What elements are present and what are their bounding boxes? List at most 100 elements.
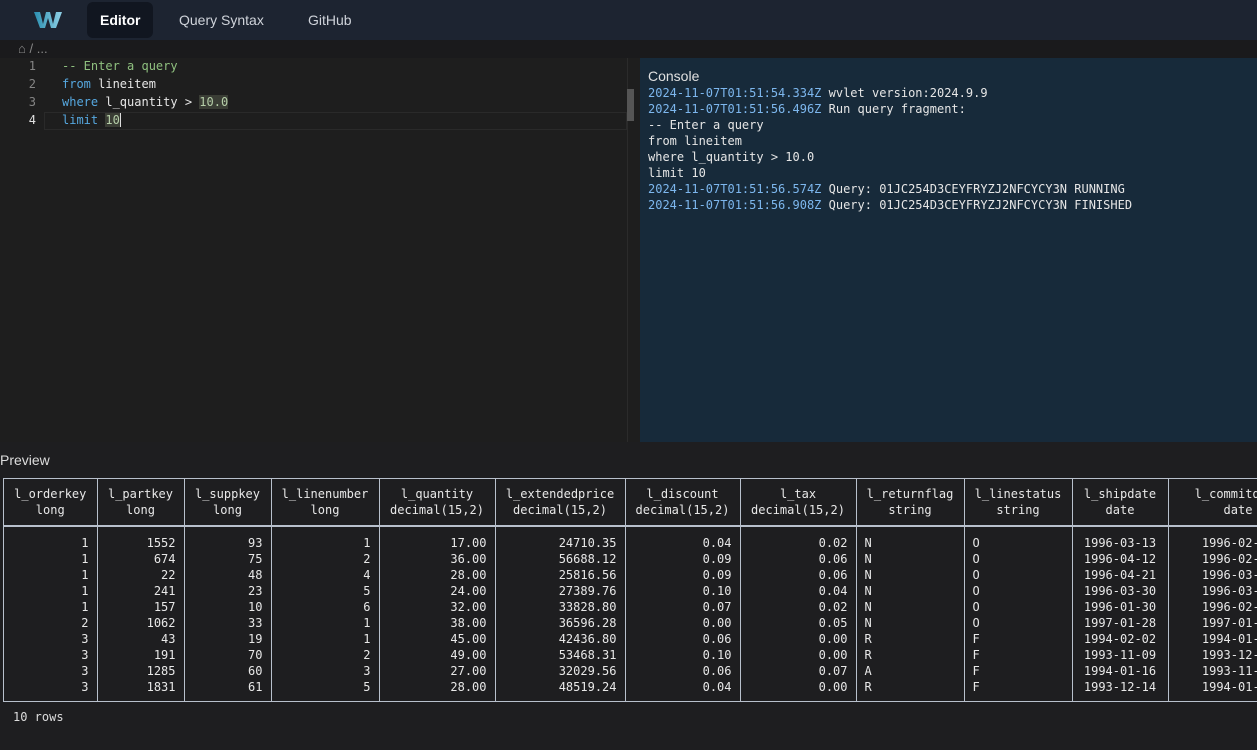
table-cell: 10 — [184, 599, 272, 615]
table-cell: 1552 — [97, 526, 185, 551]
table-cell: 27389.76 — [495, 583, 626, 599]
table-row: 1 241 23 5 24.00 27389.76 0.10 0.04 N O 1996-03-30… — [4, 583, 1257, 599]
column-name: l_commitdate — [1194, 487, 1257, 501]
column-header-l_extendedprice[interactable]: l_extendedprice decimal(15,2) — [495, 479, 626, 527]
table-row: 3 191 70 2 49.00 53468.31 0.10 0.00 R F 1993-11-09… — [4, 647, 1257, 663]
line-number: 4 — [28, 113, 36, 127]
breadcrumb: ⌂ / ... — [0, 40, 1257, 58]
column-header-l_linenumber[interactable]: l_linenumber long — [271, 479, 380, 527]
wvlet-logo[interactable] — [34, 10, 62, 30]
console-message: Run query fragment: — [821, 102, 966, 116]
table-cell: 33 — [184, 615, 272, 631]
table-cell: 0.00 — [740, 679, 857, 701]
column-header-l_quantity[interactable]: l_quantity decimal(15,2) — [379, 479, 496, 527]
line-number: 3 — [28, 95, 36, 109]
table-cell: 1 — [4, 526, 98, 551]
line-number: 1 — [28, 59, 36, 73]
table-cell: F — [964, 679, 1073, 701]
table-cell: N — [856, 615, 965, 631]
table-cell: 1996-03-30 — [1168, 567, 1257, 583]
preview-table: l_orderkey long l_partkey long l_suppkey long… — [3, 478, 1257, 731]
code-line: from lineitem — [62, 77, 156, 91]
table-cell: N — [856, 599, 965, 615]
number-literal: 10.0 — [199, 95, 229, 109]
table-cell: 23 — [184, 583, 272, 599]
column-header-l_linestatus[interactable]: l_linestatus string — [964, 479, 1073, 527]
table-cell: 25816.56 — [495, 567, 626, 583]
table-cell: 53468.31 — [495, 647, 626, 663]
top-nav: Editor Query Syntax GitHub — [0, 0, 1257, 40]
column-type: date — [1105, 503, 1135, 517]
nav-github[interactable]: GitHub — [295, 2, 365, 38]
column-name: l_linenumber — [281, 487, 369, 501]
table-cell: 191 — [97, 647, 185, 663]
table-cell: 1996-02-07 — [1168, 599, 1257, 615]
column-header-l_commitdate[interactable]: l_commitdatedate — [1168, 479, 1257, 527]
console-message: where l_quantity > 10.0 — [648, 150, 815, 164]
line-number: 2 — [28, 77, 36, 91]
breadcrumb-path[interactable]: ... — [37, 41, 48, 56]
console-line: from lineitem — [648, 133, 1249, 149]
home-icon[interactable]: ⌂ — [18, 41, 26, 56]
table-cell: 1 — [271, 526, 380, 551]
table-cell: 1994-01-10 — [1168, 679, 1257, 701]
table-cell: 2 — [271, 551, 380, 567]
table-cell: 1285 — [97, 663, 185, 679]
table-cell: 49.00 — [379, 647, 496, 663]
console-message: from lineitem — [648, 134, 742, 148]
console-message: -- Enter a query — [648, 118, 764, 132]
column-header-l_partkey[interactable]: l_partkey long — [97, 479, 185, 527]
console-message: limit 10 — [648, 166, 706, 180]
table-cell: 56688.12 — [495, 551, 626, 567]
table-cell: 1 — [4, 551, 98, 567]
column-header-l_suppkey[interactable]: l_suppkey long — [184, 479, 272, 527]
table-cell: 24710.35 — [495, 526, 626, 551]
table-cell: 17.00 — [379, 526, 496, 551]
column-name: l_partkey — [107, 487, 174, 501]
table-cell: 70 — [184, 647, 272, 663]
column-header-l_orderkey[interactable]: l_orderkey long — [4, 479, 98, 527]
table-cell: N — [856, 567, 965, 583]
table-cell: 0.07 — [740, 663, 857, 679]
console-panel: Console 2024-11-07T01:51:54.334Z wvlet v… — [640, 58, 1257, 442]
query-editor[interactable]: 1 2 3 4 -- Enter a query from lineitem w… — [0, 58, 627, 442]
table-cell: 4 — [271, 567, 380, 583]
table-cell: 0.00 — [625, 615, 741, 631]
table-row: 3 43 19 1 45.00 42436.80 0.06 0.00 R F 1994-02-02 1… — [4, 631, 1257, 647]
text-cursor — [119, 113, 121, 127]
table-row: 1 674 75 2 36.00 56688.12 0.09 0.06 N O 1996-04-12… — [4, 551, 1257, 567]
table-cell: 2 — [4, 615, 98, 631]
table-cell: 27.00 — [379, 663, 496, 679]
column-type: decimal(15,2) — [513, 503, 607, 517]
column-header-l_returnflag[interactable]: l_returnflag string — [856, 479, 965, 527]
table-cell: 0.07 — [625, 599, 741, 615]
table-cell: 24.00 — [379, 583, 496, 599]
table-cell: A — [856, 663, 965, 679]
table-cell: 0.00 — [740, 631, 857, 647]
table-cell: 0.09 — [625, 567, 741, 583]
table-cell: N — [856, 583, 965, 599]
table-cell: 22 — [97, 567, 185, 583]
column-header-l_shipdate[interactable]: l_shipdate date — [1072, 479, 1169, 527]
column-header-l_tax[interactable]: l_tax decimal(15,2) — [740, 479, 857, 527]
table-cell: N — [856, 526, 965, 551]
table-cell: 60 — [184, 663, 272, 679]
table-cell: 32029.56 — [495, 663, 626, 679]
nav-editor[interactable]: Editor — [87, 2, 154, 38]
console-line: limit 10 — [648, 165, 1249, 181]
table-cell: 0.00 — [740, 647, 857, 663]
table-cell: 33828.80 — [495, 599, 626, 615]
nav-query-syntax[interactable]: Query Syntax — [166, 2, 277, 38]
column-header-l_discount[interactable]: l_discount decimal(15,2) — [625, 479, 741, 527]
table-cell: 1062 — [97, 615, 185, 631]
column-name: l_linestatus — [974, 487, 1062, 501]
code-line: where l_quantity > 10.0 — [62, 95, 229, 109]
table-cell: 157 — [97, 599, 185, 615]
keyword: limit — [62, 113, 99, 127]
table-cell: 1994-02-02 — [1072, 631, 1169, 647]
table-row: 3 1831 61 5 28.00 48519.24 0.04 0.00 R F 1993-12-1… — [4, 679, 1257, 701]
table-cell: 45.00 — [379, 631, 496, 647]
table-cell: 5 — [271, 583, 380, 599]
scrollbar-thumb[interactable] — [627, 89, 634, 121]
column-type: decimal(15,2) — [635, 503, 730, 517]
